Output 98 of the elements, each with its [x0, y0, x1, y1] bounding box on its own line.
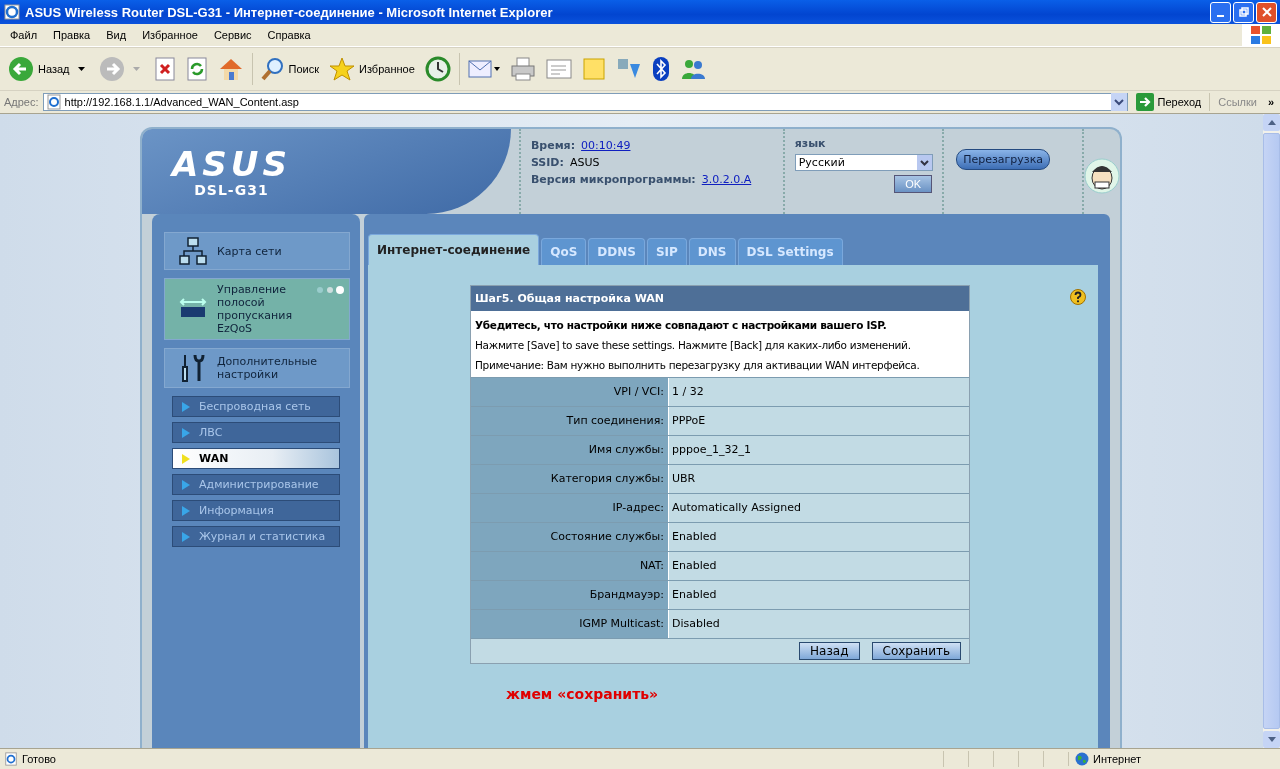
close-button[interactable] — [1256, 1, 1277, 23]
mascot-icon — [1084, 157, 1120, 194]
minimize-button[interactable] — [1210, 1, 1231, 23]
annotation-text: жмем «сохранить» — [506, 686, 660, 702]
field-label: Тип соединения: — [471, 407, 669, 435]
field-label: IP-адрес: — [471, 494, 669, 522]
tools-icon — [179, 353, 207, 383]
field-label: Имя службы: — [471, 436, 669, 464]
network-map-icon — [179, 237, 207, 265]
form-button[interactable]: Сохранить — [871, 642, 961, 660]
go-arrow-icon — [1135, 93, 1154, 111]
info-value: ASUS — [569, 156, 600, 169]
sidebar-item[interactable]: Карта сети — [164, 232, 350, 270]
zone-text: Интернет — [1093, 753, 1141, 765]
minimize-icon — [1217, 14, 1224, 17]
menu-item[interactable]: Правка — [45, 29, 99, 41]
dropdown-arrow-icon[interactable] — [77, 67, 85, 71]
reboot-button[interactable]: Перезагрузка — [956, 149, 1051, 170]
go-button[interactable]: Переход — [1131, 93, 1211, 111]
field-value: Automatically Assigned — [669, 494, 969, 522]
submenu-item[interactable]: Администрирование — [172, 474, 340, 495]
globe-icon — [1075, 752, 1089, 766]
submenu-item[interactable]: WAN — [172, 448, 340, 469]
restore-icon — [1238, 7, 1249, 17]
field-value: 1 / 32 — [669, 378, 969, 406]
sidebar-item[interactable]: Дополнительные настройки — [164, 348, 350, 388]
field-value: Enabled — [669, 581, 969, 609]
note-text: Нажмите [Save] to save these settings. Нажмите [Back] для каких-либо изменений. — [475, 338, 912, 353]
windows-logo-icon — [1250, 25, 1272, 45]
field-value: UBR — [669, 465, 969, 493]
field-value: pppoe_1_32_1 — [669, 436, 969, 464]
restore-button[interactable] — [1233, 1, 1254, 23]
bluetooth-icon[interactable] — [651, 56, 670, 82]
menu-item[interactable]: Избранное — [134, 29, 206, 41]
triangle-icon — [181, 531, 191, 542]
people-icon[interactable] — [679, 57, 706, 81]
star-icon — [329, 57, 355, 81]
browser-icon — [4, 4, 20, 20]
language-label: язык — [794, 137, 827, 150]
submenu-item[interactable]: Беспроводная сеть — [172, 396, 340, 417]
field-value: PPPoE — [669, 407, 969, 435]
logo: ASUS — [169, 145, 291, 182]
note-text: Примечание: Вам нужно выполнить перезагрузку для активации WAN интерфейса. — [475, 358, 921, 373]
search-button[interactable]: Поиск — [258, 57, 321, 81]
search-icon — [260, 57, 285, 81]
menu-item[interactable]: Справка — [259, 29, 319, 41]
field-value: Enabled — [669, 552, 969, 580]
printer-icon[interactable] — [509, 57, 536, 81]
form-button[interactable]: Назад — [799, 642, 860, 660]
language-select[interactable]: Русский — [794, 154, 933, 171]
triangle-icon — [181, 453, 191, 464]
scrollbar[interactable] — [1263, 114, 1280, 748]
scroll-up-icon[interactable] — [1267, 120, 1276, 125]
history-icon[interactable] — [424, 56, 451, 82]
menu-item[interactable]: Вид — [98, 29, 135, 41]
sparkle-icon — [315, 285, 345, 295]
info-label: Версия микропрограммы: — [530, 173, 696, 186]
triangle-icon — [181, 505, 191, 516]
field-value: Enabled — [669, 523, 969, 551]
page-icon — [4, 752, 18, 766]
submenu-item[interactable]: Журнал и статистика — [172, 526, 340, 547]
triangle-icon — [181, 401, 191, 412]
menu-item[interactable]: Сервис — [205, 29, 260, 41]
field-label: Категория службы: — [471, 465, 669, 493]
field-value: Disabled — [669, 610, 969, 638]
field-label: IGMP Multicast: — [471, 610, 669, 638]
address-label: Адрес: — [4, 96, 39, 108]
table-title: Шаг5. Общая настройка WAN — [471, 286, 969, 312]
info-link[interactable]: 3.0.2.0.A — [701, 173, 752, 186]
note-text: Убедитесь, что настройки ниже совпадают с настройками вашего ISP. — [475, 318, 888, 333]
triangle-icon — [181, 479, 191, 490]
favorites-button[interactable]: Избранное — [327, 57, 417, 81]
submenu-item[interactable]: Информация — [172, 500, 340, 521]
field-label: Состояние службы: — [471, 523, 669, 551]
refresh-icon[interactable] — [185, 57, 208, 81]
menu-item[interactable]: Файл — [2, 29, 46, 41]
page-icon — [45, 94, 62, 110]
close-icon — [1261, 7, 1272, 17]
model-name: DSL-G31 — [193, 181, 269, 198]
stop-icon[interactable] — [153, 57, 176, 81]
status-text: Готово — [22, 753, 56, 765]
window-title: ASUS Wireless Router DSL-G31 - Интернет-соединение - Microsoft Internet Explorer — [25, 4, 554, 20]
tab[interactable]: Интернет-соединение — [368, 234, 540, 265]
info-link[interactable]: 00:10:49 — [581, 139, 631, 152]
info-label: SSID: — [530, 156, 564, 169]
triangle-icon — [181, 427, 191, 438]
info-label: Время: — [530, 139, 576, 152]
sidebar-item[interactable]: Управление полосой пропускания EzQoS — [164, 278, 350, 340]
field-label: Брандмауэр: — [471, 581, 669, 609]
more-button[interactable]: » — [1267, 96, 1280, 108]
field-label: VPI / VCI: — [471, 378, 669, 406]
address-field[interactable]: http://192.168.1.1/Advanced_WAN_Content.asp — [42, 93, 1128, 111]
scroll-down-icon[interactable] — [1267, 737, 1276, 742]
back-button[interactable]: Назад — [6, 56, 72, 82]
submenu-item[interactable]: ЛВС — [172, 422, 340, 443]
help-icon[interactable] — [1070, 289, 1086, 305]
mail-icon[interactable] — [467, 57, 500, 81]
field-label: NAT: — [471, 552, 669, 580]
